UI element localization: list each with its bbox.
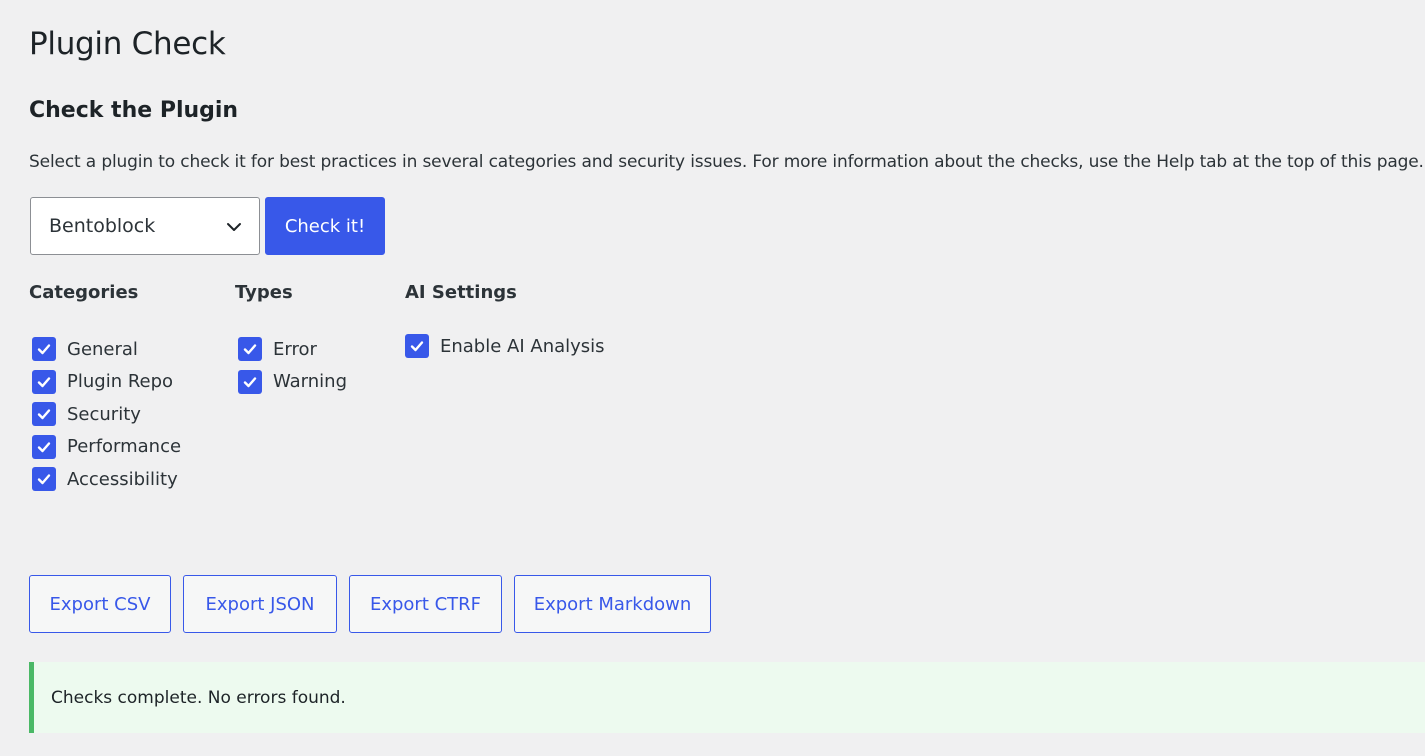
checkbox-checked-icon[interactable]: [238, 337, 262, 362]
type-label: Warning: [273, 371, 348, 393]
chevron-down-icon: [227, 223, 241, 231]
section-title: Check the Plugin: [29, 98, 239, 123]
notice-text: Checks complete. No errors found.: [51, 687, 346, 708]
categories-list: General Plugin Repo Security Performance…: [32, 333, 181, 496]
check-it-button[interactable]: Check it!: [265, 197, 385, 255]
checkbox-checked-icon[interactable]: [32, 467, 56, 492]
ai-settings-list: Enable AI Analysis: [405, 330, 605, 363]
category-label: Plugin Repo: [67, 371, 174, 393]
category-general-option[interactable]: General: [32, 333, 181, 366]
plugin-select-value: Bentoblock: [49, 215, 156, 237]
category-label: Performance: [67, 436, 182, 458]
success-notice: Checks complete. No errors found.: [29, 662, 1425, 733]
category-accessibility-option[interactable]: Accessibility: [32, 463, 181, 496]
checkbox-checked-icon[interactable]: [238, 369, 262, 394]
types-title: Types: [235, 282, 293, 303]
categories-title: Categories: [29, 282, 139, 303]
checkbox-checked-icon[interactable]: [32, 337, 56, 362]
export-buttons: Export CSV Export JSON Export CTRF Expor…: [29, 575, 711, 633]
types-list: Error Warning: [238, 333, 347, 398]
type-error-option[interactable]: Error: [238, 333, 347, 366]
checkbox-checked-icon[interactable]: [405, 334, 429, 359]
category-label: General: [67, 338, 138, 360]
type-label: Error: [273, 338, 317, 360]
export-csv-button[interactable]: Export CSV: [29, 575, 171, 633]
checkbox-checked-icon[interactable]: [32, 369, 56, 394]
category-security-option[interactable]: Security: [32, 398, 181, 431]
export-markdown-button[interactable]: Export Markdown: [514, 575, 711, 633]
checkbox-checked-icon[interactable]: [32, 402, 56, 427]
export-ctrf-button[interactable]: Export CTRF: [349, 575, 502, 633]
category-label: Security: [67, 403, 141, 425]
plugin-check-page: Plugin Check Check the Plugin Select a p…: [0, 0, 1425, 756]
category-plugin-repo-option[interactable]: Plugin Repo: [32, 366, 181, 399]
checkbox-checked-icon[interactable]: [32, 434, 56, 459]
plugin-select[interactable]: Bentoblock: [30, 197, 260, 255]
export-json-button[interactable]: Export JSON: [183, 575, 337, 633]
category-label: Accessibility: [67, 468, 178, 490]
ai-settings-title: AI Settings: [405, 282, 517, 303]
type-warning-option[interactable]: Warning: [238, 366, 347, 399]
section-description: Select a plugin to check it for best pra…: [29, 152, 1424, 172]
category-performance-option[interactable]: Performance: [32, 431, 181, 464]
enable-ai-analysis-option[interactable]: Enable AI Analysis: [405, 330, 605, 363]
page-title: Plugin Check: [29, 26, 226, 62]
ai-setting-label: Enable AI Analysis: [440, 335, 605, 357]
